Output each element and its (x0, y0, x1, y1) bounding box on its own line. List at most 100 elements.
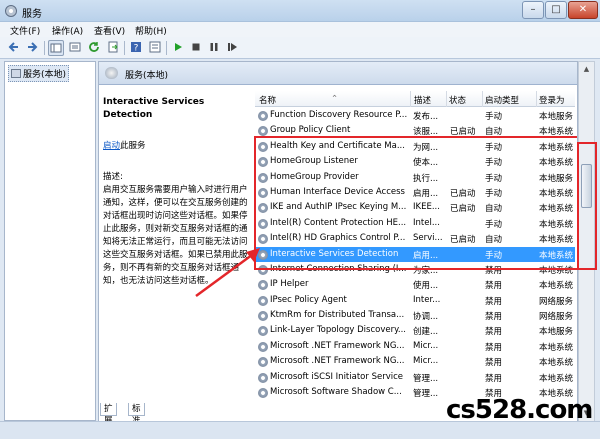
service-name: Function Discovery Resource P... (270, 110, 408, 120)
selected-service-title: Interactive Services Detection (103, 97, 205, 120)
pane-header: 服务(本地) (99, 62, 577, 85)
service-logon-as: 本地服务 (539, 327, 574, 338)
service-row[interactable]: Link-Layer Topology Discovery... 创建... 禁用 本… (255, 323, 575, 338)
service-name: Group Policy Client (270, 125, 351, 136)
service-row[interactable]: Microsoft iSCSI Initiator Service 管理... 禁用… (255, 370, 575, 385)
highlight-box (254, 136, 577, 270)
service-description-cell: 管理... (413, 373, 439, 384)
service-row[interactable]: Function Discovery Resource P... 发布... 手动 本… (255, 108, 575, 123)
service-logon-as: 本地系统 (539, 358, 574, 369)
service-name: Microsoft Software Shadow C... (270, 387, 402, 398)
services-app-icon (5, 5, 17, 17)
toolbar-separator (124, 41, 125, 55)
highlight-box-scroll (577, 142, 597, 270)
minimize-button[interactable]: – (522, 1, 544, 19)
restart-icon[interactable] (224, 40, 240, 56)
list-icon[interactable] (67, 40, 83, 56)
service-row[interactable]: IP Helper 使用... 禁用 本地系统 (255, 277, 575, 292)
service-logon-as: 本地系统 (539, 281, 574, 292)
service-logon-as: 本地系统 (539, 342, 574, 353)
console-tree: 服务(本地) (4, 61, 96, 421)
service-gear-icon (258, 372, 268, 383)
column-header-startup-type[interactable]: 启动类型 (485, 94, 519, 106)
service-startup-type: 手动 (485, 112, 503, 122)
start-service-suffix: 此服务 (120, 141, 146, 151)
column-header-name[interactable]: 名称 (259, 94, 276, 106)
close-button[interactable]: ✕ (568, 1, 598, 19)
service-description-cell: Micr... (413, 356, 439, 367)
service-description-cell: Micr... (413, 340, 439, 351)
toolbar-separator (166, 41, 167, 55)
service-name: IP Helper (270, 279, 309, 290)
scroll-up-icon[interactable]: ▲ (579, 62, 594, 77)
service-logon-as: 本地系统 (539, 373, 574, 384)
menu-help[interactable]: 帮助(H) (135, 24, 167, 37)
description-label: 描述: (103, 172, 123, 182)
refresh-icon[interactable] (86, 40, 102, 56)
column-header-description[interactable]: 描述 (414, 94, 431, 106)
service-startup-type: 禁用 (485, 327, 503, 338)
service-gear-icon (258, 388, 268, 399)
service-logon-as: 网络服务 (539, 312, 574, 323)
start-service-link[interactable]: 启动 (103, 141, 120, 151)
service-name: Microsoft .NET Framework NG... (270, 340, 405, 351)
menu-action[interactable]: 操作(A) (52, 24, 83, 37)
tab-standard[interactable]: 标准 (128, 403, 145, 426)
service-startup-type: 禁用 (485, 342, 503, 353)
service-row[interactable]: KtmRm for Distributed Transa... 协调... 禁用 网络… (255, 308, 575, 323)
menu-file[interactable]: 文件(F) (10, 24, 40, 37)
back-icon[interactable] (6, 40, 22, 56)
service-description-cell: 协调... (413, 312, 439, 323)
sort-ascending-icon: ⌃ (331, 94, 339, 104)
start-icon[interactable] (170, 40, 186, 56)
service-name: Microsoft .NET Framework NG... (270, 356, 405, 367)
service-gear-icon (258, 111, 268, 121)
menu-bar: 文件(F) 操作(A) 查看(V) 帮助(H) (0, 22, 600, 37)
column-header-logon-as[interactable]: 登录为 (539, 94, 565, 106)
column-header-status[interactable]: 状态 (449, 94, 466, 106)
service-row[interactable]: Microsoft .NET Framework NG... Micr... 禁用 本… (255, 354, 575, 369)
service-gear-icon (258, 311, 268, 322)
tree-item-label: 服务(本地) (23, 70, 67, 80)
service-gear-icon (258, 326, 268, 337)
service-startup-type: 禁用 (485, 296, 503, 307)
maximize-button[interactable]: □ (545, 1, 567, 19)
pane-header-title: 服务(本地) (125, 71, 169, 81)
service-description-cell: 发布... (413, 112, 439, 122)
stop-icon[interactable] (188, 40, 204, 56)
service-row[interactable]: Microsoft .NET Framework NG... Micr... 禁用 本… (255, 339, 575, 354)
services-icon (105, 67, 118, 79)
svg-text:?: ? (134, 44, 139, 54)
services-icon (11, 69, 21, 78)
service-startup-type: 禁用 (485, 358, 503, 369)
window-title: 服务 (22, 9, 42, 20)
watermark: cs528.com (446, 395, 593, 425)
service-name: KtmRm for Distributed Transa... (270, 310, 405, 321)
column-header-row: ⌃ 名称 描述 状态 启动类型 登录为 (255, 91, 575, 107)
toolbar: ? (0, 37, 600, 59)
service-startup-type: 禁用 (485, 281, 503, 292)
annotation-arrow (195, 248, 260, 298)
pause-icon[interactable] (206, 40, 222, 56)
tree-item-services-local[interactable]: 服务(本地) (8, 65, 70, 82)
service-row[interactable]: IPsec Policy Agent Inter... 禁用 网络服务 (255, 293, 575, 308)
toolbar-separator (44, 41, 45, 55)
properties-icon[interactable] (147, 40, 163, 56)
forward-icon[interactable] (24, 40, 40, 56)
start-service-line: 启动此服务 (103, 140, 251, 153)
service-description-cell: 创建... (413, 327, 439, 338)
menu-view[interactable]: 查看(V) (94, 24, 125, 37)
help-icon[interactable]: ? (128, 40, 144, 56)
export-icon[interactable] (105, 40, 121, 56)
service-startup-type: 禁用 (485, 373, 503, 384)
service-logon-as: 本地服务 (539, 112, 574, 122)
service-name: Microsoft iSCSI Initiator Service (270, 371, 403, 382)
tab-extended[interactable]: 扩展 (100, 403, 117, 426)
title-bar: 服务 – □ ✕ (0, 0, 600, 22)
service-gear-icon (258, 341, 268, 352)
show-tree-icon[interactable] (48, 40, 64, 56)
service-gear-icon (258, 126, 268, 137)
service-description-cell: Inter... (413, 294, 441, 305)
service-gear-icon (258, 357, 268, 368)
service-description-cell: 管理... (413, 389, 439, 400)
